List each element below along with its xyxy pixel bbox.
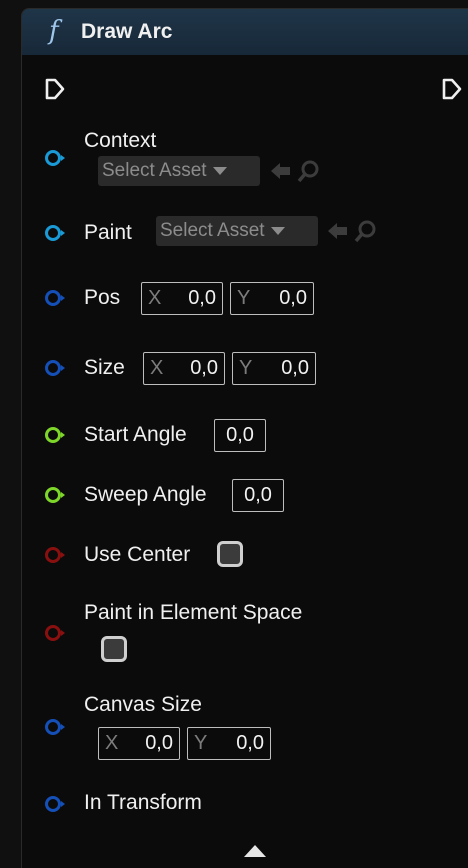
size-y-input[interactable]: Y 0,0 xyxy=(232,352,316,385)
node-title: Draw Arc xyxy=(81,20,173,43)
canvas-size-y-value: 0,0 xyxy=(236,732,264,754)
browse-magnifier-icon xyxy=(297,160,319,183)
paint-pin-icon[interactable] xyxy=(44,222,66,244)
paint-in-element-space-pin-icon[interactable] xyxy=(44,622,66,644)
pos-y-value: 0,0 xyxy=(279,287,307,309)
in-transform-label: In Transform xyxy=(84,791,202,814)
in-transform-pin-icon[interactable] xyxy=(44,793,66,815)
canvas-size-pin-icon[interactable] xyxy=(44,716,66,738)
exec-output-pin-icon[interactable] xyxy=(441,78,463,100)
context-pin-icon[interactable] xyxy=(44,147,66,169)
chevron-down-icon xyxy=(212,166,227,175)
use-center-checkbox[interactable] xyxy=(217,541,243,567)
canvas-size-label: Canvas Size xyxy=(84,693,202,716)
paint-select-asset-text: Select Asset xyxy=(160,220,265,241)
chevron-down-icon xyxy=(270,226,285,235)
y-axis-label: Y xyxy=(239,357,253,379)
size-label: Size xyxy=(84,356,125,379)
paint-select-asset-dropdown[interactable]: Select Asset xyxy=(156,216,318,246)
x-axis-label: X xyxy=(150,357,164,379)
context-select-asset-text: Select Asset xyxy=(102,160,207,181)
use-center-label: Use Center xyxy=(84,543,191,566)
use-selected-arrow-icon xyxy=(271,163,290,179)
x-axis-label: X xyxy=(105,732,119,754)
pos-x-value: 0,0 xyxy=(188,287,216,309)
size-y-value: 0,0 xyxy=(281,357,309,379)
paint-in-element-space-label: Paint in Element Space xyxy=(84,601,303,624)
use-center-pin-icon[interactable] xyxy=(44,544,66,566)
start-angle-input[interactable]: 0,0 xyxy=(214,419,266,452)
canvas-size-y-input[interactable]: Y 0,0 xyxy=(187,727,271,760)
pos-label: Pos xyxy=(84,286,121,309)
y-axis-label: Y xyxy=(237,287,251,309)
context-select-asset-dropdown[interactable]: Select Asset xyxy=(98,156,260,186)
browse-magnifier-icon xyxy=(354,220,376,243)
start-angle-pin-icon[interactable] xyxy=(44,424,66,446)
pos-x-input[interactable]: X 0,0 xyxy=(141,282,223,315)
context-label: Context xyxy=(84,129,157,152)
paint-asset-actions xyxy=(328,220,376,243)
pos-pin-icon[interactable] xyxy=(44,287,66,309)
size-x-value: 0,0 xyxy=(190,357,218,379)
start-angle-label: Start Angle xyxy=(84,423,187,446)
paint-in-element-space-checkbox[interactable] xyxy=(101,636,127,662)
exec-input-pin-icon[interactable] xyxy=(44,78,66,100)
sweep-angle-label: Sweep Angle xyxy=(84,483,207,506)
node-header[interactable]: f Draw Arc xyxy=(22,9,468,55)
collapse-advanced-arrow-icon[interactable] xyxy=(244,845,266,857)
canvas-size-x-value: 0,0 xyxy=(145,732,173,754)
pos-y-input[interactable]: Y 0,0 xyxy=(230,282,314,315)
canvas-size-x-input[interactable]: X 0,0 xyxy=(98,727,180,760)
paint-label: Paint xyxy=(84,221,132,244)
sweep-angle-input[interactable]: 0,0 xyxy=(232,479,284,512)
size-x-input[interactable]: X 0,0 xyxy=(143,352,225,385)
sweep-angle-pin-icon[interactable] xyxy=(44,484,66,506)
function-icon: f xyxy=(49,16,59,46)
use-selected-arrow-icon xyxy=(328,223,347,239)
size-pin-icon[interactable] xyxy=(44,357,66,379)
context-asset-actions xyxy=(271,160,319,183)
x-axis-label: X xyxy=(148,287,162,309)
y-axis-label: Y xyxy=(194,732,208,754)
